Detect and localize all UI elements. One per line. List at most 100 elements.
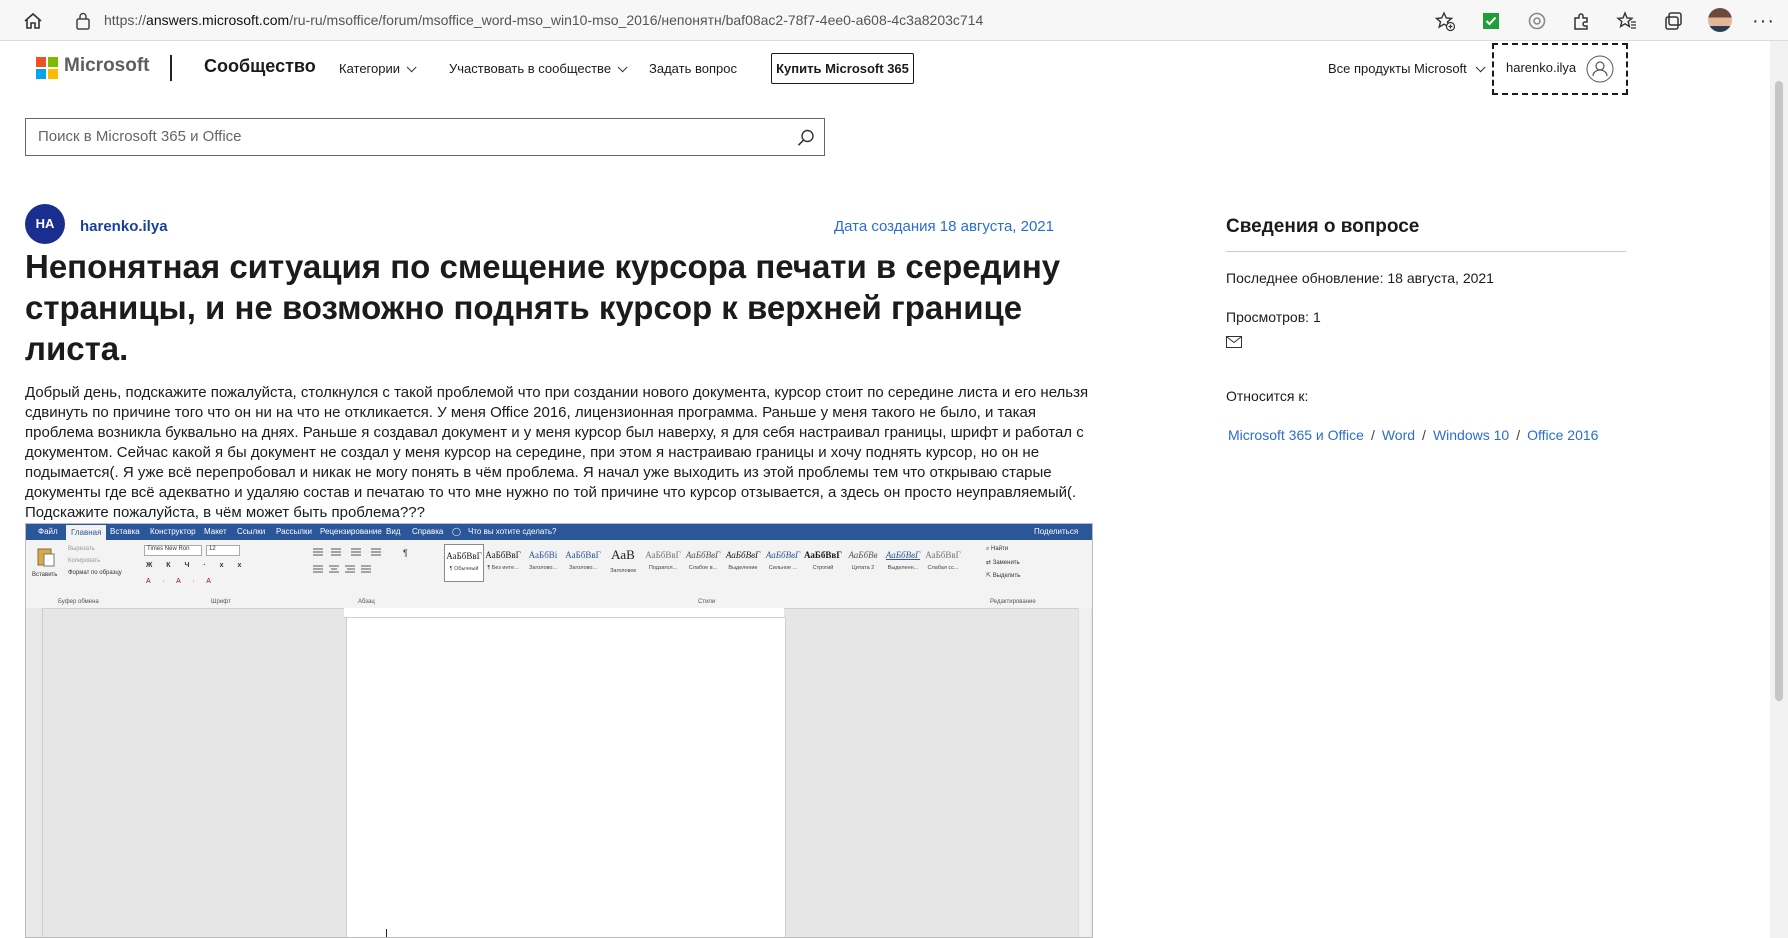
word-tab: Конструктор (150, 527, 196, 536)
word-style: АаБбВвГ Сильное ... (764, 544, 802, 580)
word-style: АаБбВвГ Подзагол... (644, 544, 682, 580)
word-tab: Рецензирование (320, 527, 382, 536)
checkmark-extension-icon[interactable] (1480, 10, 1502, 32)
svg-text:¶: ¶ (403, 548, 408, 558)
search-icon[interactable] (796, 128, 816, 148)
author-avatar[interactable]: HA (25, 204, 65, 244)
word-cut: Вырезать (68, 546, 95, 552)
tag-link[interactable]: Microsoft 365 и Office (1228, 427, 1364, 443)
style-sample: АаБбВвГ (725, 550, 761, 560)
sidebar-divider (1226, 251, 1626, 252)
word-style: АаБбВвГ Строгий (804, 544, 842, 580)
word-font-name: Times New Ron (144, 545, 202, 556)
style-name: Слабая сс... (927, 565, 959, 571)
word-style: АаБбВв Цитата 2 (844, 544, 882, 580)
buy-microsoft-365-button[interactable]: Купить Microsoft 365 (771, 53, 914, 84)
created-date: Дата создания 18 августа, 2021 (833, 218, 1054, 235)
nav-ask-question[interactable]: Задать вопрос (649, 61, 737, 76)
home-icon[interactable] (22, 10, 44, 32)
tag-link[interactable]: Office 2016 (1527, 427, 1598, 443)
word-tab: Файл (38, 527, 58, 536)
word-font-label: Шрифт (211, 599, 231, 605)
word-text-cursor (386, 929, 387, 937)
style-name: ¶ Обычный (449, 566, 479, 572)
account-button[interactable]: harenko.ilya (1492, 43, 1628, 95)
scrollbar-thumb[interactable] (1775, 81, 1783, 701)
style-sample: АаБбВвГ (485, 550, 521, 560)
word-style: АаБбВі Заголово... (524, 544, 562, 580)
microsoft-logo-icon[interactable] (36, 57, 58, 79)
word-font-size: 12 (206, 545, 240, 556)
nav-participate-label: Участвовать в сообществе (449, 61, 612, 76)
more-menu-icon[interactable]: ··· (1752, 10, 1775, 33)
word-scrollbar (1078, 608, 1091, 937)
style-name: Слабое в... (688, 565, 718, 571)
style-name: Строгий (812, 565, 834, 571)
style-sample: АаБбВв (848, 550, 878, 560)
word-share: Поделиться (1034, 527, 1079, 536)
style-name: Цитата 2 (851, 565, 875, 571)
browser-profile-avatar[interactable] (1708, 8, 1732, 32)
word-style: АаБбВвГ Выделенн... (884, 544, 922, 580)
lock-icon[interactable] (74, 11, 92, 31)
word-style: АаВ Заголовок (604, 544, 642, 580)
page-scrollbar[interactable] (1770, 41, 1788, 938)
nav-participate[interactable]: Участвовать в сообществе (449, 61, 628, 76)
style-name: Заголово... (528, 565, 558, 571)
word-tab: Вставка (110, 527, 140, 536)
favorites-icon[interactable] (1616, 10, 1638, 32)
url-prefix: https:// (104, 12, 147, 28)
word-ribbon: Вставить Вырезать Копировать Формат по о… (26, 540, 1092, 609)
tag-separator: / (1516, 427, 1521, 443)
word-vertical-ruler (26, 608, 43, 937)
applies-to-label: Относится к: (1226, 388, 1309, 404)
community-title[interactable]: Сообщество (204, 56, 316, 77)
word-select-label: Выделить (992, 573, 1021, 579)
style-name: Заголовок (610, 568, 636, 574)
word-tabs-bar: Файл Главная Вставка Конструктор Макет С… (26, 524, 1092, 540)
tracking-extension-icon[interactable] (1526, 10, 1548, 32)
word-paragraph-label: Абзац (358, 599, 375, 605)
header-divider (170, 55, 172, 81)
search-input[interactable] (36, 127, 780, 146)
word-select: ⇱ Выделить (986, 573, 1021, 579)
nav-categories[interactable]: Категории (339, 61, 417, 76)
style-sample: АаБбВі (528, 550, 558, 560)
word-font-format-icons: Ж К Ч · x x (146, 562, 248, 569)
word-tab: Рассылки (276, 527, 312, 536)
all-products-menu[interactable]: Все продукты Microsoft (1328, 61, 1486, 76)
address-bar[interactable]: https://answers.microsoft.com/ru-ru/msof… (104, 12, 983, 28)
word-style: АаБбВвГ Слабая сс... (924, 544, 962, 580)
style-sample: АаБбВвГ (446, 551, 482, 561)
style-name: Заголово... (568, 565, 598, 571)
tag-link[interactable]: Windows 10 (1433, 427, 1509, 443)
tag-link[interactable]: Word (1382, 427, 1415, 443)
chevron-down-icon (1475, 62, 1486, 73)
tag-separator: / (1422, 427, 1426, 443)
chevron-down-icon (406, 62, 417, 73)
author-name-link[interactable]: harenko.ilya (80, 218, 168, 235)
word-tab: Макет (204, 527, 227, 536)
attached-word-screenshot: Файл Главная Вставка Конструктор Макет С… (25, 523, 1093, 938)
collections-icon[interactable] (1662, 10, 1684, 32)
mail-icon[interactable] (1226, 336, 1242, 348)
word-find: ⌕ Найти (986, 546, 1009, 552)
lightbulb-icon: ◯ (452, 527, 461, 536)
account-username: harenko.ilya (1506, 60, 1577, 75)
paste-icon (37, 548, 55, 567)
extensions-puzzle-icon[interactable] (1570, 10, 1592, 32)
microsoft-brand[interactable]: Microsoft (64, 55, 150, 77)
chevron-down-icon (617, 62, 628, 73)
style-sample: АаБбВвГ (565, 550, 601, 560)
site-header: Microsoft Сообщество Категории Участвова… (0, 41, 1788, 101)
search-box (25, 118, 825, 156)
word-style: АаБбВвГ Слабое в... (684, 544, 722, 580)
style-sample: АаБбВвГ (804, 550, 842, 560)
word-copy: Копировать (68, 558, 101, 564)
style-name: Сильное ... (768, 565, 798, 571)
style-sample: АаБбВвГ (925, 550, 961, 560)
style-name: Выделение (728, 565, 758, 571)
question-body: Добрый день, подскажите пожалуйста, стол… (25, 384, 1089, 521)
all-products-label: Все продукты Microsoft (1328, 61, 1467, 76)
add-favorite-icon[interactable] (1434, 10, 1456, 32)
